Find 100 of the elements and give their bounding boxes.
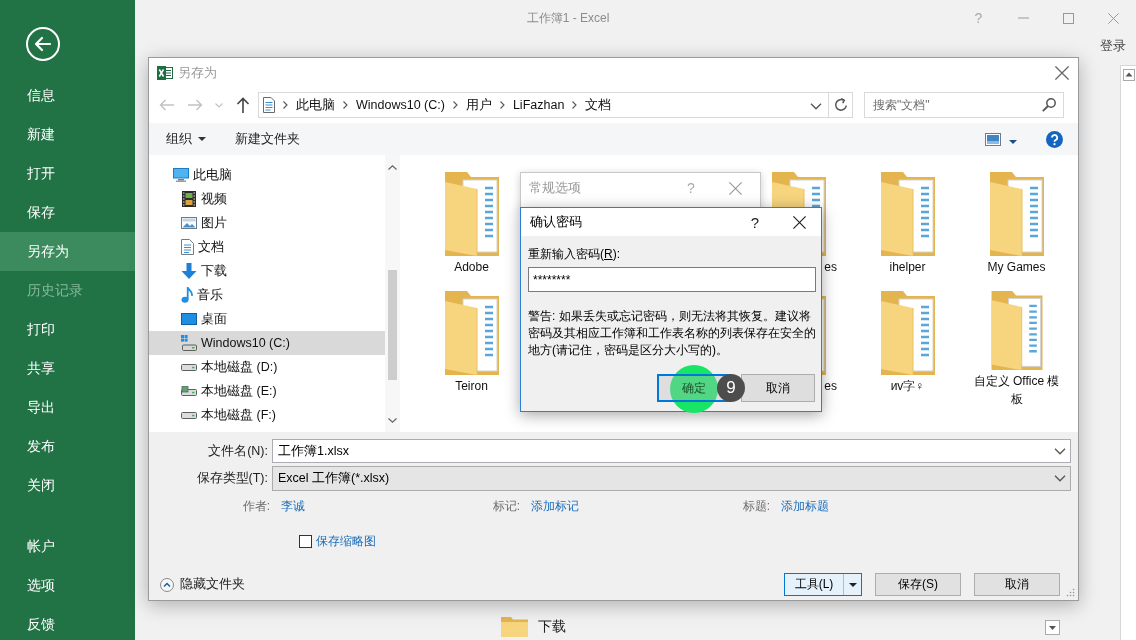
breadcrumb-item[interactable]: LiFazhan xyxy=(512,98,565,112)
drive-icon xyxy=(181,411,197,419)
warning-text: 警告: 如果丢失或忘记密码，则无法将其恢复。建议将密码及其相应工作簿和工作表名称的列表保存在安全的地方(请记住，密码是区分大小写的)。 xyxy=(528,308,817,359)
sidebar-item[interactable]: 保存 xyxy=(0,193,135,232)
chevron-right-icon xyxy=(572,101,578,109)
field-label: 标题: xyxy=(741,497,770,515)
caret-icon[interactable] xyxy=(848,582,857,587)
folder-label[interactable]: es xyxy=(824,377,837,395)
chevron-down-icon[interactable] xyxy=(388,417,397,423)
cancel-button[interactable]: 取消 xyxy=(741,374,815,402)
sidebar-item[interactable]: 选项 xyxy=(0,566,135,605)
folder-item[interactable]: Teiron xyxy=(417,289,526,408)
nav-item[interactable]: 下载 xyxy=(149,259,385,283)
address-bar[interactable]: 此电脑 Windows10 (C:) 用户 LiFazhan 文档 xyxy=(258,92,829,118)
sidebar-item[interactable]: 打开 xyxy=(0,154,135,193)
nav-item[interactable]: 桌面 xyxy=(149,307,385,331)
nav-item[interactable]: 此电脑 xyxy=(149,163,385,187)
field-link[interactable]: 李诚 xyxy=(281,497,305,515)
chevron-down-icon[interactable] xyxy=(1054,447,1066,455)
folder-item[interactable]: My Games xyxy=(962,170,1071,289)
sign-in-link[interactable]: 登录 xyxy=(1100,37,1126,55)
password-field[interactable]: ******** xyxy=(528,267,816,292)
organize-menu[interactable]: 组织 xyxy=(160,127,212,151)
sidebar-item[interactable]: 关闭 xyxy=(0,466,135,505)
nav-item[interactable]: 图片 xyxy=(149,211,385,235)
sidebar-item[interactable]: 反馈 xyxy=(0,605,135,640)
sidebar-item[interactable]: 共享 xyxy=(0,349,135,388)
breadcrumb-item[interactable]: 此电脑 xyxy=(296,96,335,114)
nav-item[interactable]: Windows10 (C:) xyxy=(149,331,385,355)
sidebar-item[interactable]: 导出 xyxy=(0,388,135,427)
up-arrow-icon[interactable] xyxy=(236,97,250,113)
folder-item[interactable]: иv字♀ xyxy=(853,289,962,408)
field-label: 重新输入密码(R): xyxy=(528,246,620,263)
field-label: 保存类型(T): xyxy=(195,470,269,487)
hide-folders-toggle[interactable]: 隐藏文件夹 xyxy=(160,576,245,593)
folder-item[interactable]: 自定义 Office 模板 xyxy=(962,289,1071,408)
scroll-up-icon[interactable] xyxy=(1122,69,1135,81)
desktop-icon xyxy=(181,313,197,325)
checkbox-label[interactable]: 保存缩略图 xyxy=(316,532,376,550)
drive-icon xyxy=(181,335,197,351)
sidebar-item[interactable]: 打印 xyxy=(0,310,135,349)
chevron-up-icon[interactable] xyxy=(388,164,397,170)
help-icon[interactable] xyxy=(1046,130,1063,148)
tools-button[interactable]: 工具(L) xyxy=(784,573,862,596)
nav-item[interactable]: 文档 xyxy=(149,235,385,259)
scrollbar[interactable] xyxy=(385,155,400,432)
dialog-title: 常规选项 xyxy=(529,179,582,197)
checkbox[interactable] xyxy=(299,534,312,548)
chevron-down-icon[interactable] xyxy=(810,103,822,110)
nav-item[interactable]: 本地磁盘 (F:) xyxy=(149,403,385,427)
caret-icon[interactable] xyxy=(198,137,206,141)
scroll-down-icon[interactable] xyxy=(1045,619,1060,635)
folder-icon xyxy=(501,617,528,637)
chevron-up-icon xyxy=(160,577,174,592)
sidebar-item[interactable]: 信息 xyxy=(0,76,135,115)
refresh-button[interactable] xyxy=(829,92,853,118)
document-icon xyxy=(181,239,194,255)
folder-item[interactable]: Adobe xyxy=(417,170,526,289)
scrollbar[interactable] xyxy=(1120,65,1136,640)
folder-label[interactable]: es xyxy=(824,258,837,276)
field-link[interactable]: 添加标记 xyxy=(531,497,579,515)
sidebar-item[interactable]: 另存为 xyxy=(0,232,135,271)
breadcrumb-item[interactable]: 用户 xyxy=(465,96,492,114)
search-icon[interactable] xyxy=(1042,98,1056,112)
music-note-icon xyxy=(181,287,193,303)
chevron-down-icon[interactable] xyxy=(1054,475,1066,482)
search-field[interactable]: 搜索"文档" xyxy=(864,92,1064,118)
sidebar-item[interactable]: 帐户 xyxy=(0,527,135,566)
refresh-icon xyxy=(833,98,848,112)
sidebar-item[interactable]: 新建 xyxy=(0,115,135,154)
breadcrumb-item[interactable]: Windows10 (C:) xyxy=(356,98,445,112)
drive-icon xyxy=(181,386,197,396)
file-type-dropdown[interactable]: Excel 工作簿(*.xlsx) xyxy=(272,466,1071,491)
nav-item[interactable]: 本地磁盘 (E:) xyxy=(149,379,385,403)
folder-label[interactable]: 下载 xyxy=(538,618,566,636)
folder-item[interactable]: ihelper xyxy=(853,170,962,289)
filename-field[interactable]: 工作簿1.xlsx xyxy=(272,439,1071,463)
resize-grip-icon[interactable] xyxy=(1066,588,1075,597)
dialog-button[interactable]: 取消 xyxy=(974,573,1060,596)
chevron-right-icon xyxy=(283,101,288,109)
nav-item[interactable]: 视频 xyxy=(149,187,385,211)
nav-item[interactable]: 本地磁盘 (D:) xyxy=(149,355,385,379)
computer-icon xyxy=(173,168,189,182)
nav-item[interactable]: 音乐 xyxy=(149,283,385,307)
field-link[interactable]: 添加标题 xyxy=(781,497,829,515)
chevron-right-icon xyxy=(499,101,505,109)
back-icon[interactable] xyxy=(26,27,60,61)
close-icon[interactable] xyxy=(792,215,806,229)
chevron-right-icon xyxy=(452,101,458,109)
caret-icon[interactable] xyxy=(1009,140,1017,144)
film-icon xyxy=(181,191,197,207)
breadcrumb-item[interactable]: 文档 xyxy=(585,96,612,114)
help-mark[interactable]: ? xyxy=(750,213,760,231)
view-icon[interactable] xyxy=(985,132,1001,146)
click-highlight xyxy=(670,365,718,413)
drive-icon xyxy=(181,363,197,371)
new-folder-command[interactable]: 新建文件夹 xyxy=(229,127,306,151)
dialog-button[interactable]: 保存(S) xyxy=(875,573,961,596)
sidebar-item[interactable]: 发布 xyxy=(0,427,135,466)
scrollbar-thumb[interactable] xyxy=(388,270,397,380)
